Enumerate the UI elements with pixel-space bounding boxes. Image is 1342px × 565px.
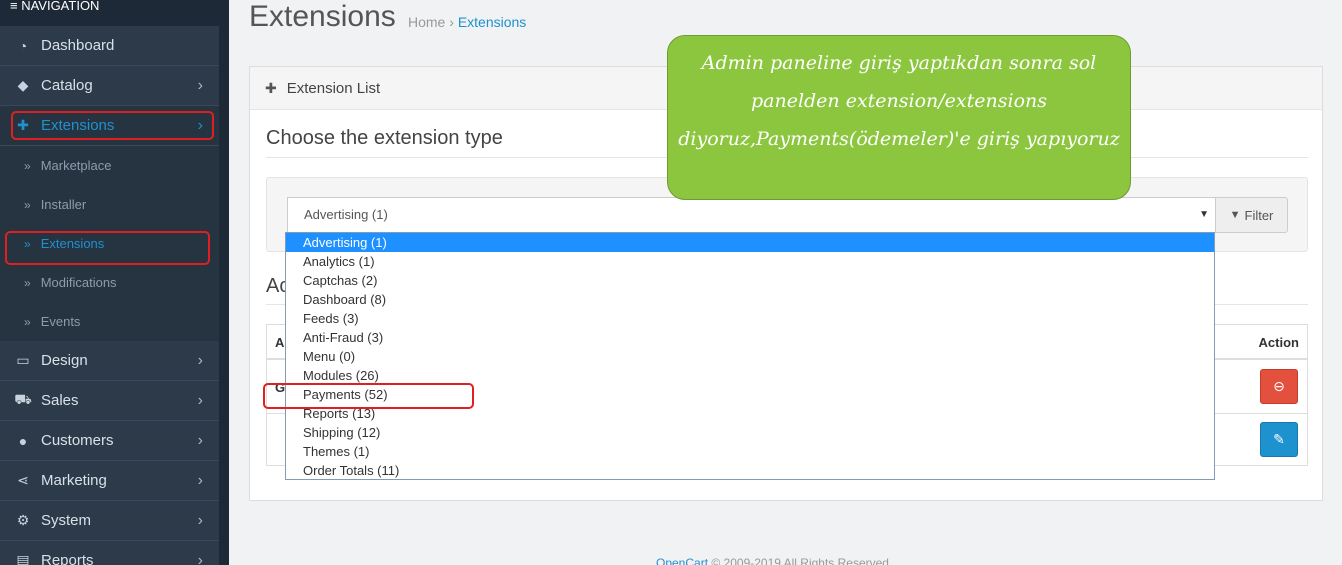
sidebar: ≡ NAVIGATION ◔ Dashboard ◆ Catalog › ✚ E… bbox=[0, 0, 219, 565]
double-chevron-icon: » bbox=[24, 314, 31, 329]
sidebar-item-label: Dashboard bbox=[41, 37, 115, 54]
highlight-payments-option bbox=[263, 383, 474, 409]
select-value: Advertising (1) bbox=[304, 207, 388, 222]
puzzle-icon: ✚ bbox=[265, 79, 277, 96]
dropdown-option[interactable]: Analytics (1) bbox=[286, 252, 1214, 271]
footer-link[interactable]: OpenCart bbox=[656, 556, 708, 565]
table-header-name: A bbox=[275, 335, 285, 350]
chevron-right-icon: › bbox=[197, 351, 203, 369]
extension-type-dropdown-list: Advertising (1) Analytics (1) Captchas (2)… bbox=[285, 232, 1215, 480]
dropdown-option[interactable]: Dashboard (8) bbox=[286, 290, 1214, 309]
sidebar-item-label: Customers bbox=[41, 432, 114, 449]
choose-type-heading: Choose the extension type bbox=[266, 127, 503, 149]
dropdown-option[interactable]: Menu (0) bbox=[286, 347, 1214, 366]
dropdown-option[interactable]: Shipping (12) bbox=[286, 423, 1214, 442]
sidebar-item-label: Design bbox=[41, 352, 88, 369]
tag-icon: ◆ bbox=[17, 77, 29, 93]
dropdown-option[interactable]: Order Totals (11) bbox=[286, 461, 1214, 480]
sidebar-subitem-installer[interactable]: » Installer bbox=[0, 185, 219, 224]
sidebar-divider bbox=[219, 0, 229, 565]
sidebar-item-label: Sales bbox=[41, 392, 79, 409]
sidebar-item-catalog[interactable]: ◆ Catalog › bbox=[0, 66, 219, 106]
chevron-right-icon: › bbox=[197, 431, 203, 449]
filter-button-label: Filter bbox=[1244, 207, 1274, 223]
breadcrumb-separator: › bbox=[449, 14, 454, 30]
sidebar-item-marketing[interactable]: ⋖ Marketing › bbox=[0, 461, 219, 501]
dropdown-option[interactable]: Advertising (1) bbox=[286, 233, 1214, 252]
sidebar-item-dashboard[interactable]: ◔ Dashboard bbox=[0, 26, 219, 66]
sidebar-subitem-label: Installer bbox=[40, 197, 87, 212]
highlight-extensions-menu bbox=[11, 111, 214, 140]
breadcrumb-current[interactable]: Extensions bbox=[458, 14, 526, 30]
cart-icon: ⛟ bbox=[14, 391, 32, 407]
gear-icon: ⚙ bbox=[16, 512, 30, 528]
extension-type-select[interactable]: Advertising (1) ▼ bbox=[287, 197, 1216, 233]
sidebar-item-customers[interactable]: ● Customers › bbox=[0, 421, 219, 461]
dropdown-option[interactable]: Themes (1) bbox=[286, 442, 1214, 461]
monitor-icon: ▭ bbox=[16, 352, 30, 368]
footer: OpenCart © 2009-2019 All Rights Reserved… bbox=[656, 556, 892, 565]
sidebar-subitem-modifications[interactable]: » Modifications bbox=[0, 263, 219, 302]
minus-circle-icon: ⊖ bbox=[1273, 378, 1285, 394]
chevron-right-icon: › bbox=[197, 511, 203, 529]
sidebar-item-label: Catalog bbox=[41, 77, 93, 94]
sidebar-item-reports[interactable]: ▤ Reports › bbox=[0, 541, 219, 565]
dropdown-option[interactable]: Anti-Fraud (3) bbox=[286, 328, 1214, 347]
caret-down-icon: ▼ bbox=[1199, 209, 1209, 220]
table-header-action: Action bbox=[1258, 335, 1299, 350]
navigation-title: ≡ NAVIGATION bbox=[0, 0, 219, 26]
share-icon: ⋖ bbox=[17, 472, 29, 488]
double-chevron-icon: » bbox=[24, 158, 31, 173]
highlight-extensions-subitem bbox=[5, 231, 210, 265]
dropdown-option[interactable]: Captchas (2) bbox=[286, 271, 1214, 290]
sidebar-subitem-label: Modifications bbox=[40, 275, 117, 290]
breadcrumb-home[interactable]: Home bbox=[408, 14, 445, 30]
sidebar-subitem-events[interactable]: » Events bbox=[0, 302, 219, 341]
chevron-right-icon: › bbox=[197, 471, 203, 489]
annotation-callout: Admin paneline giriş yaptıkdan sonra sol… bbox=[667, 35, 1131, 200]
breadcrumb: Home › Extensions bbox=[408, 14, 526, 30]
uninstall-button[interactable]: ⊖ bbox=[1260, 369, 1298, 404]
dashboard-icon: ◔ bbox=[18, 37, 28, 54]
filter-icon: ▼ bbox=[1229, 209, 1241, 221]
pencil-icon: ✎ bbox=[1273, 431, 1285, 447]
edit-button[interactable]: ✎ bbox=[1260, 422, 1298, 457]
chart-icon: ▤ bbox=[16, 552, 30, 565]
sidebar-item-system[interactable]: ⚙ System › bbox=[0, 501, 219, 541]
filter-button[interactable]: ▼ Filter bbox=[1215, 197, 1288, 233]
panel-heading-title: Extension List bbox=[286, 79, 381, 97]
double-chevron-icon: » bbox=[24, 197, 31, 212]
sidebar-subitem-marketplace[interactable]: » Marketplace bbox=[0, 146, 219, 185]
sidebar-subitem-label: Events bbox=[40, 314, 81, 329]
dropdown-option[interactable]: Feeds (3) bbox=[286, 309, 1214, 328]
sidebar-item-design[interactable]: ▭ Design › bbox=[0, 341, 219, 381]
double-chevron-icon: » bbox=[24, 275, 31, 290]
sidebar-item-label: Marketing bbox=[41, 472, 107, 489]
sidebar-item-label: System bbox=[41, 512, 92, 529]
footer-copyright: © 2009-2019 All Rights Reserved. bbox=[711, 556, 893, 565]
chevron-right-icon: › bbox=[197, 551, 203, 565]
sidebar-item-sales[interactable]: ⛟ Sales › bbox=[0, 381, 219, 421]
sidebar-item-label: Reports bbox=[41, 552, 94, 565]
chevron-right-icon: › bbox=[197, 391, 203, 409]
sidebar-subitem-label: Marketplace bbox=[40, 158, 112, 173]
page-title: Extensions bbox=[249, 0, 396, 33]
user-icon: ● bbox=[18, 432, 28, 449]
chevron-right-icon: › bbox=[197, 76, 203, 94]
